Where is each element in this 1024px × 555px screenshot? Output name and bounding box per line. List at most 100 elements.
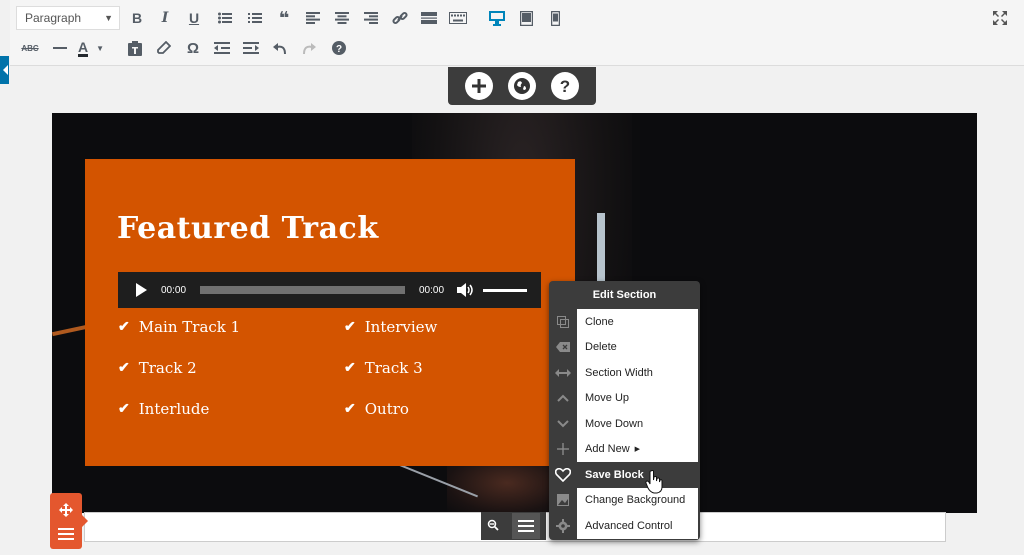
clone-icon [549,309,577,335]
undo-icon [273,43,286,55]
volume-slider[interactable] [483,288,527,292]
progress-bar[interactable] [200,286,405,294]
outdent-icon [214,42,230,54]
keyboard-shortcuts-button[interactable]: ? [327,36,351,60]
tablet-preview-icon [519,10,533,26]
redo-button[interactable] [297,36,321,60]
edit-section-menu: Edit Section Clone Delete Section Width … [549,281,700,540]
menu-item-move-down[interactable]: Move Down [549,411,700,437]
tablet-preview-button[interactable] [514,6,538,30]
menu-item-clone[interactable]: Clone [549,309,700,335]
volume-icon[interactable] [457,282,475,298]
chevron-down-icon: ▼ [96,43,105,53]
align-right-button[interactable] [359,6,383,30]
special-character-button[interactable]: Ω [181,36,205,60]
hand-cursor-icon [645,470,663,494]
play-icon[interactable] [136,283,147,297]
checkmark-icon: ✔ [118,319,130,335]
italic-button[interactable]: I [153,6,177,30]
desktop-preview-button[interactable] [485,6,509,30]
track-label: Interview [364,318,438,336]
menu-item-label: Move Up [577,385,698,411]
checkmark-icon: ✔ [344,401,356,417]
toolbar-toggle-button[interactable] [446,6,470,30]
list-item: ✔ Outro [344,397,570,421]
special-character-icon: Ω [186,39,200,57]
align-center-button[interactable] [330,6,354,30]
strikethrough-button[interactable]: ABC [18,36,42,60]
add-icon [472,79,487,93]
numbered-list-button[interactable] [243,6,267,30]
move-icon[interactable] [59,502,73,517]
clear-formatting-button[interactable] [152,36,176,60]
undo-button[interactable] [268,36,292,60]
gear-icon [549,513,577,539]
section-controls [481,512,546,540]
paragraph-format-select[interactable]: Paragraph ▼ [16,6,120,30]
align-center-icon [335,12,349,24]
builder-floating-bar: ? [448,67,596,105]
blockquote-button[interactable]: ❝ [272,6,296,30]
section-menu-button[interactable] [511,513,540,539]
bulleted-list-button[interactable] [213,6,237,30]
editor-toolbar: Paragraph ▼ B I U ❝ ABC A ▼ Ω ? [10,0,1024,66]
track-label: Track 3 [364,359,423,377]
horizontal-rule-icon [53,47,67,49]
menu-item-move-up[interactable]: Move Up [549,385,700,411]
read-more-icon [421,12,437,24]
panel-collapse-tab[interactable] [0,56,9,84]
underline-icon: U [188,10,200,26]
svg-text:?: ? [336,44,342,55]
help-icon: ? [559,77,569,95]
indent-icon [243,42,259,54]
featured-track-card[interactable]: Featured Track 00:00 00:00 ✔ Main Track 1… [85,159,575,466]
globe-button[interactable] [507,72,536,100]
track-label: Track 2 [138,359,197,377]
align-left-icon [306,12,320,24]
bulleted-list-icon [218,12,232,24]
help-button[interactable]: ? [550,72,579,100]
zoom-icon[interactable] [487,519,499,534]
track-label: Interlude [138,400,210,418]
checkmark-icon: ✔ [344,360,356,376]
horizontal-line-button[interactable] [48,36,72,60]
list-item: ✔ Interview [344,315,570,339]
heart-icon [549,462,577,488]
image-icon [549,488,577,514]
text-color-button[interactable]: A ▼ [74,36,108,60]
menu-item-add-new[interactable]: Add New ▶ [549,436,700,463]
add-new-label: Add New [585,443,630,456]
add-section-button[interactable] [465,72,494,100]
mobile-preview-icon [550,10,560,26]
align-left-button[interactable] [301,6,325,30]
underline-button[interactable]: U [182,6,206,30]
menu-item-label: Move Down [577,411,698,437]
list-item: ✔ Interlude [118,397,344,421]
bold-button[interactable]: B [125,6,149,30]
mobile-preview-button[interactable] [543,6,567,30]
insert-link-button[interactable] [388,6,412,30]
fullscreen-button[interactable] [988,6,1012,30]
width-arrows-icon [549,360,577,386]
section-canvas[interactable]: Featured Track 00:00 00:00 ✔ Main Track 1… [52,113,977,513]
plus-icon [549,437,577,463]
menu-item-change-background[interactable]: Change Background [549,487,700,514]
audio-player[interactable]: 00:00 00:00 [118,272,541,308]
read-more-button[interactable] [417,6,441,30]
format-select-value: Paragraph [25,11,82,25]
hamburger-icon[interactable] [58,527,74,540]
card-title: Featured Track [117,211,379,246]
menu-item-save-block[interactable]: Save Block [549,462,700,488]
chevron-down-icon [549,411,577,437]
italic-icon: I [161,10,169,26]
menu-item-delete[interactable]: Delete [549,334,700,360]
paste-as-text-button[interactable] [123,36,147,60]
keyboard-icon [449,12,467,24]
menu-item-advanced-control[interactable]: Advanced Control [549,513,700,539]
section-handle[interactable] [50,493,88,549]
list-item: ✔ Track 3 [344,356,570,380]
menu-item-section-width[interactable]: Section Width [549,360,700,386]
indent-button[interactable] [239,36,263,60]
outdent-button[interactable] [210,36,234,60]
checkmark-icon: ✔ [118,401,130,417]
